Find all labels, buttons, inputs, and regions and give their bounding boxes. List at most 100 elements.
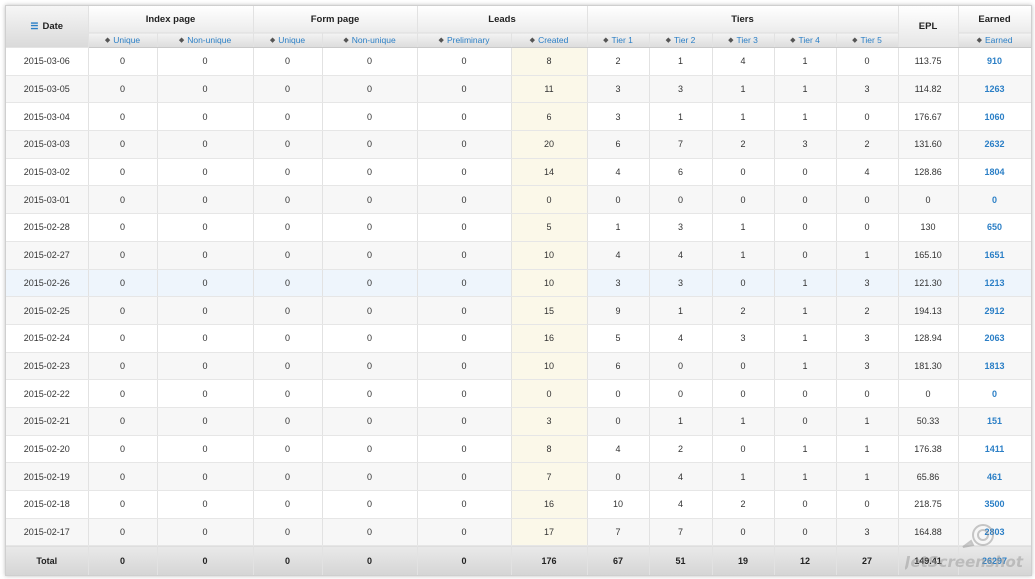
tiers-group-header: Tiers — [587, 6, 899, 33]
table-cell: 0 — [88, 490, 158, 519]
table-row[interactable]: 2015-03-04 0 0 0 0 0 6 3 1 1 1 0 176.67 1060 — [6, 102, 1031, 132]
table-cell: 0 — [417, 324, 512, 353]
earned-link[interactable]: 2912 — [958, 296, 1031, 325]
date-cell: 2015-02-27 — [6, 241, 89, 270]
table-cell: 0 — [712, 435, 775, 464]
date-cell: 2015-02-25 — [6, 296, 89, 325]
table-cell: 0 — [88, 185, 158, 215]
sort-icon: ◆ — [976, 37, 983, 44]
table-row[interactable]: 2015-03-03 0 0 0 0 0 20 6 7 2 3 2 131.60 2632 — [6, 130, 1031, 159]
table-cell: 3 — [649, 269, 713, 298]
sort-icon: ◆ — [104, 37, 111, 44]
total-cell: 0 — [322, 545, 418, 575]
table-cell: 0 — [649, 379, 713, 408]
sort-earned[interactable]: ◆ Earned — [958, 32, 1031, 48]
table-cell: 0 — [88, 75, 158, 104]
earned-link[interactable]: 2632 — [958, 130, 1031, 159]
table-row[interactable]: 2015-02-25 0 0 0 0 0 15 9 1 2 1 2 194.13 2912 — [6, 296, 1031, 325]
table-row[interactable]: 2015-03-06 0 0 0 0 0 8 2 1 4 1 0 113.75 910 — [6, 47, 1031, 76]
table-row[interactable]: 2015-02-22 0 0 0 0 0 0 0 0 0 0 0 0 0 — [6, 379, 1031, 408]
earned-link[interactable]: 0 — [958, 379, 1031, 408]
sort-index-nonunique[interactable]: ◆ Non-unique — [157, 32, 254, 48]
earned-link[interactable]: 1411 — [958, 435, 1031, 464]
table-cell: 0 — [253, 435, 323, 464]
table-row[interactable]: 2015-02-27 0 0 0 0 0 10 4 4 1 0 1 165.10 1651 — [6, 241, 1031, 270]
earned-link[interactable]: 1813 — [958, 352, 1031, 381]
date-cell: 2015-02-18 — [6, 490, 89, 519]
earned-link[interactable]: 3500 — [958, 490, 1031, 519]
table-cell: 2 — [649, 435, 713, 464]
sort-index-unique[interactable]: ◆ Unique — [88, 32, 158, 48]
table-cell: 176.38 — [898, 435, 959, 464]
earned-link[interactable]: 1804 — [958, 158, 1031, 187]
table-row[interactable]: 2015-03-02 0 0 0 0 0 14 4 6 0 0 4 128.86 1804 — [6, 158, 1031, 187]
table-row[interactable]: 2015-02-21 0 0 0 0 0 3 0 1 1 0 1 50.33 151 — [6, 407, 1031, 436]
earned-link[interactable]: 910 — [958, 47, 1031, 76]
table-cell: 0 — [88, 269, 158, 298]
date-column-header[interactable]: ☰ Date — [6, 6, 89, 48]
table-row[interactable]: 2015-02-20 0 0 0 0 0 8 4 2 0 1 1 176.38 1411 — [6, 435, 1031, 464]
table-cell: 1 — [712, 75, 775, 104]
table-cell: 3 — [587, 102, 650, 132]
table-cell: 0 — [417, 490, 512, 519]
earned-link[interactable]: 650 — [958, 213, 1031, 242]
sort-tier2[interactable]: ◆ Tier 2 — [649, 32, 713, 48]
table-row[interactable]: 2015-03-05 0 0 0 0 0 11 3 3 1 1 3 114.82 1263 — [6, 75, 1031, 104]
table-row[interactable]: 2015-02-24 0 0 0 0 0 16 5 4 3 1 3 128.94 2063 — [6, 324, 1031, 353]
table-cell: 0 — [836, 102, 899, 132]
table-row[interactable]: 2015-02-23 0 0 0 0 0 10 6 0 0 1 3 181.30 1813 — [6, 352, 1031, 381]
earned-link[interactable]: 0 — [958, 185, 1031, 215]
table-cell: 0 — [157, 490, 254, 519]
table-cell: 2 — [712, 296, 775, 325]
earned-link[interactable]: 1651 — [958, 241, 1031, 270]
table-cell: 0 — [157, 379, 254, 408]
table-cell: 0 — [322, 75, 418, 104]
earned-link[interactable]: 1213 — [958, 269, 1031, 298]
table-row[interactable]: 2015-02-17 0 0 0 0 0 17 7 7 0 0 3 164.88 2803 — [6, 518, 1031, 547]
earned-link[interactable]: 2063 — [958, 324, 1031, 353]
earned-link[interactable]: 2803 — [958, 518, 1031, 547]
sort-tier5[interactable]: ◆ Tier 5 — [836, 32, 899, 48]
date-cell: 2015-03-05 — [6, 75, 89, 104]
sort-form-unique[interactable]: ◆ Unique — [253, 32, 323, 48]
table-cell: 0 — [157, 102, 254, 132]
table-cell: 128.94 — [898, 324, 959, 353]
table-cell: 0 — [587, 407, 650, 436]
sort-icon: ◆ — [178, 37, 185, 44]
table-cell: 1 — [712, 213, 775, 242]
earned-link[interactable]: 151 — [958, 407, 1031, 436]
table-cell: 0 — [157, 435, 254, 464]
sort-created[interactable]: ◆ Created — [511, 32, 588, 48]
table-cell: 0 — [157, 324, 254, 353]
sort-icon: ◆ — [529, 37, 536, 44]
table-row[interactable]: 2015-02-19 0 0 0 0 0 7 0 4 1 1 1 65.86 461 — [6, 462, 1031, 491]
table-cell: 0 — [417, 47, 512, 76]
table-cell: 0 — [253, 462, 323, 491]
table-cell: 0 — [253, 213, 323, 242]
earned-link[interactable]: 1060 — [958, 102, 1031, 132]
table-cell: 1 — [774, 47, 837, 76]
table-row[interactable]: 2015-02-26 0 0 0 0 0 10 3 3 0 1 3 121.30 1213 — [6, 269, 1031, 298]
table-cell: 0 — [417, 296, 512, 325]
table-cell: 0 — [322, 379, 418, 408]
stats-table-body: 2015-03-06 0 0 0 0 0 8 2 1 4 1 0 113.75 910 2015-03-05… — [6, 47, 1031, 547]
sort-tier1[interactable]: ◆ Tier 1 — [587, 32, 650, 48]
table-cell: 0 — [322, 158, 418, 187]
sort-preliminary[interactable]: ◆ Preliminary — [417, 32, 512, 48]
date-cell: 2015-02-17 — [6, 518, 89, 547]
table-cell: 0 — [774, 158, 837, 187]
table-cell: 6 — [587, 130, 650, 159]
table-cell: 6 — [511, 102, 588, 132]
sort-form-nonunique[interactable]: ◆ Non-unique — [322, 32, 418, 48]
sort-tier3[interactable]: ◆ Tier 3 — [712, 32, 775, 48]
table-row[interactable]: 2015-03-01 0 0 0 0 0 0 0 0 0 0 0 0 0 — [6, 185, 1031, 215]
sub-header-row: ◆ Unique ◆ Non-unique ◆ Unique ◆ Non-unique … — [6, 32, 1031, 48]
table-row[interactable]: 2015-02-28 0 0 0 0 0 5 1 3 1 0 0 130 650 — [6, 213, 1031, 242]
table-cell: 0 — [322, 130, 418, 159]
table-row[interactable]: 2015-02-18 0 0 0 0 0 16 10 4 2 0 0 218.75 3500 — [6, 490, 1031, 519]
sort-tier4[interactable]: ◆ Tier 4 — [774, 32, 837, 48]
earned-link[interactable]: 461 — [958, 462, 1031, 491]
earned-link[interactable]: 1263 — [958, 75, 1031, 104]
table-cell: 5 — [587, 324, 650, 353]
table-cell: 17 — [511, 518, 588, 547]
